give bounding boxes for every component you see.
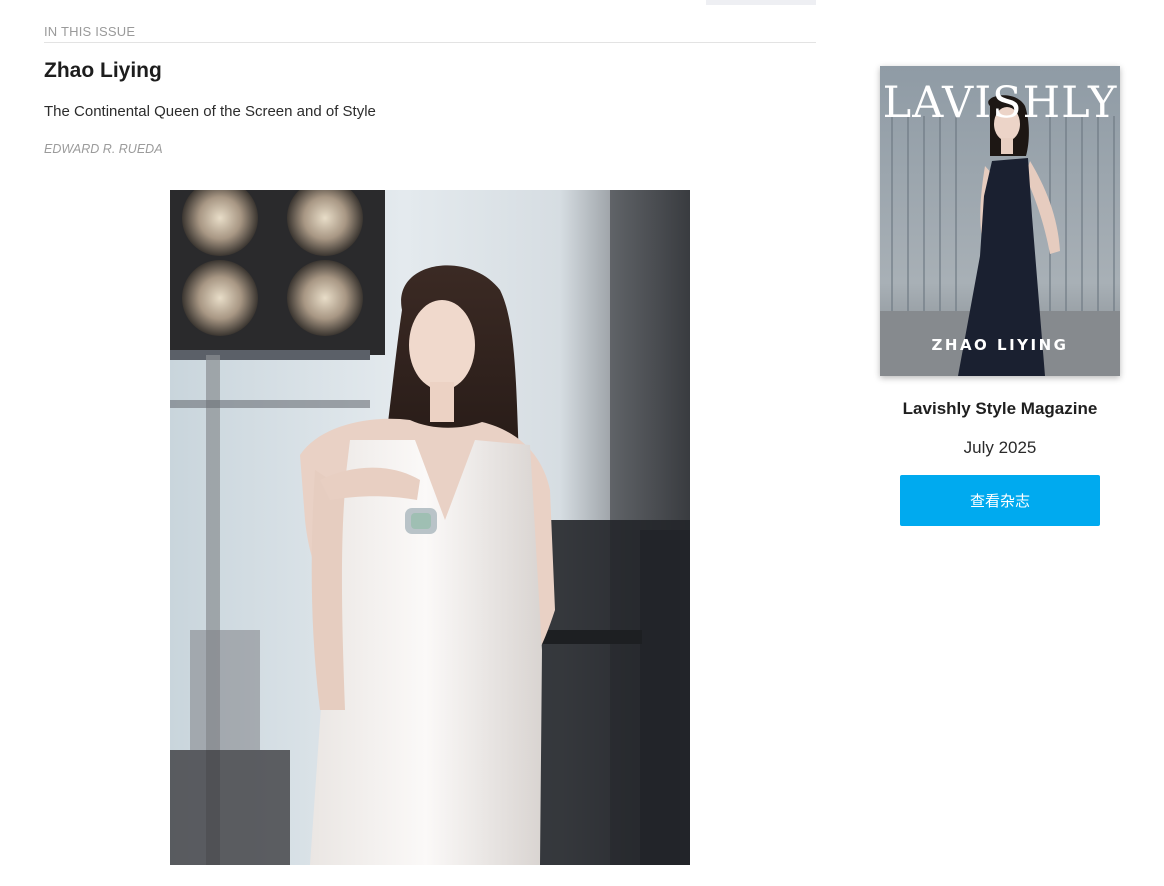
hero-photo[interactable] bbox=[170, 190, 690, 865]
magazine-title: Lavishly Style Magazine bbox=[902, 399, 1098, 418]
magazine-cover[interactable]: LAVISHLY ZHAO LIYING bbox=[880, 66, 1120, 376]
article-subtitle: The Continental Queen of the Screen and … bbox=[44, 103, 376, 120]
article-title[interactable]: Zhao Liying bbox=[44, 59, 162, 83]
cover-name: ZHAO LIYING bbox=[931, 336, 1069, 354]
issue-date: July 2025 bbox=[963, 438, 1037, 457]
article-author: EDWARD R. RUEDA bbox=[44, 142, 163, 156]
section-label: IN THIS ISSUE bbox=[44, 24, 816, 43]
cover-masthead: LAVISHLY bbox=[882, 78, 1118, 128]
view-magazine-button[interactable]: 查看杂志 bbox=[900, 475, 1100, 526]
page: IN THIS ISSUE Zhao Liying The Continenta… bbox=[0, 0, 1164, 886]
top-tab-edge bbox=[706, 0, 816, 5]
